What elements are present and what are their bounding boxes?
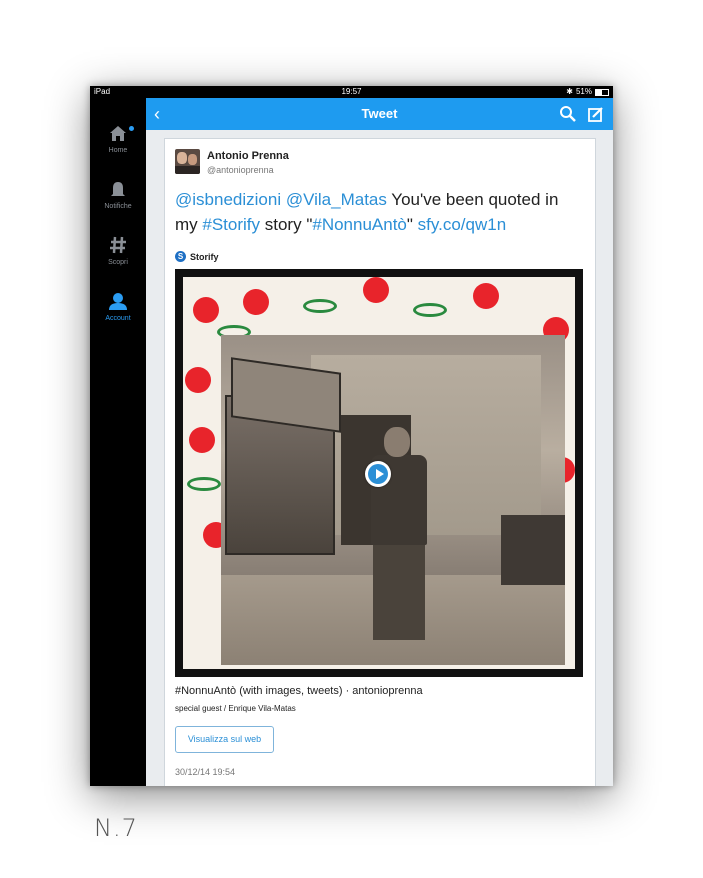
card-provider-label: Storify xyxy=(190,251,219,262)
sidebar-label-home: Home xyxy=(108,147,128,154)
status-bar: iPad 19:57 ✱ 51% xyxy=(90,86,613,98)
bluetooth-icon: ✱ xyxy=(566,87,573,96)
tweet-timestamp: 30/12/14 19:54 xyxy=(175,767,236,777)
sidebar-item-home[interactable]: Home xyxy=(90,122,146,154)
home-icon xyxy=(110,126,126,141)
author-handle[interactable]: @antonioprenna xyxy=(207,165,274,175)
author-name[interactable]: Antonio Prenna xyxy=(207,150,289,162)
tweet-detail: Antonio Prenna @antonioprenna @isbnedizi… xyxy=(146,130,613,786)
navbar-actions xyxy=(559,105,605,123)
play-icon[interactable] xyxy=(365,461,391,487)
battery-percent: 51% xyxy=(575,87,592,96)
hashtag-link[interactable]: #NonnuAntò xyxy=(312,215,407,234)
page-title: Tweet xyxy=(361,106,398,121)
hashtag-link[interactable]: #Storify xyxy=(202,215,260,234)
tweet-text: @isbnedizioni @Vila_Matas You've been qu… xyxy=(175,187,585,237)
story-title[interactable]: #NonnuAntò (with images, tweets) · anton… xyxy=(175,685,423,697)
ipad-screenshot: iPad 19:57 ✱ 51% Home Notifiche Scopri A… xyxy=(90,86,613,786)
figure-caption: N.7 xyxy=(94,814,138,842)
storify-logo-icon: S xyxy=(175,251,186,262)
sidebar-label-scopri: Scopri xyxy=(108,259,128,266)
battery-icon xyxy=(595,88,609,96)
navbar: ‹ Tweet xyxy=(146,98,613,130)
sidebar-label-account: Account xyxy=(105,315,131,322)
sidebar-label-notifiche: Notifiche xyxy=(104,203,132,210)
unread-dot xyxy=(129,126,134,131)
sidebar: Home Notifiche Scopri Account xyxy=(90,98,146,786)
sidebar-item-scopri[interactable]: Scopri xyxy=(90,234,146,266)
story-image[interactable] xyxy=(175,269,583,677)
avatar[interactable] xyxy=(175,149,200,174)
mention-link[interactable]: @isbnedizioni xyxy=(175,190,281,209)
mention-link[interactable]: @Vila_Matas xyxy=(286,190,387,209)
person-icon xyxy=(109,293,127,310)
tweet-text-plain: story " xyxy=(260,215,313,234)
sidebar-item-notifiche[interactable]: Notifiche xyxy=(90,178,146,210)
status-time: 19:57 xyxy=(341,87,362,96)
hashtag-icon xyxy=(110,236,126,254)
url-link[interactable]: sfy.co/qw1n xyxy=(418,215,507,234)
bell-icon xyxy=(111,182,125,196)
story-subtitle: special guest / Enrique Vila-Matas xyxy=(175,704,296,713)
status-right: ✱ 51% xyxy=(566,86,609,98)
tweet-card: Antonio Prenna @antonioprenna @isbnedizi… xyxy=(164,138,596,786)
search-icon[interactable] xyxy=(559,105,577,123)
sidebar-item-account[interactable]: Account xyxy=(90,290,146,322)
tweet-text-plain: " xyxy=(406,215,418,234)
card-provider: S Storify xyxy=(175,251,219,262)
view-on-web-button[interactable]: Visualizza sul web xyxy=(175,726,274,753)
compose-icon[interactable] xyxy=(587,105,605,123)
